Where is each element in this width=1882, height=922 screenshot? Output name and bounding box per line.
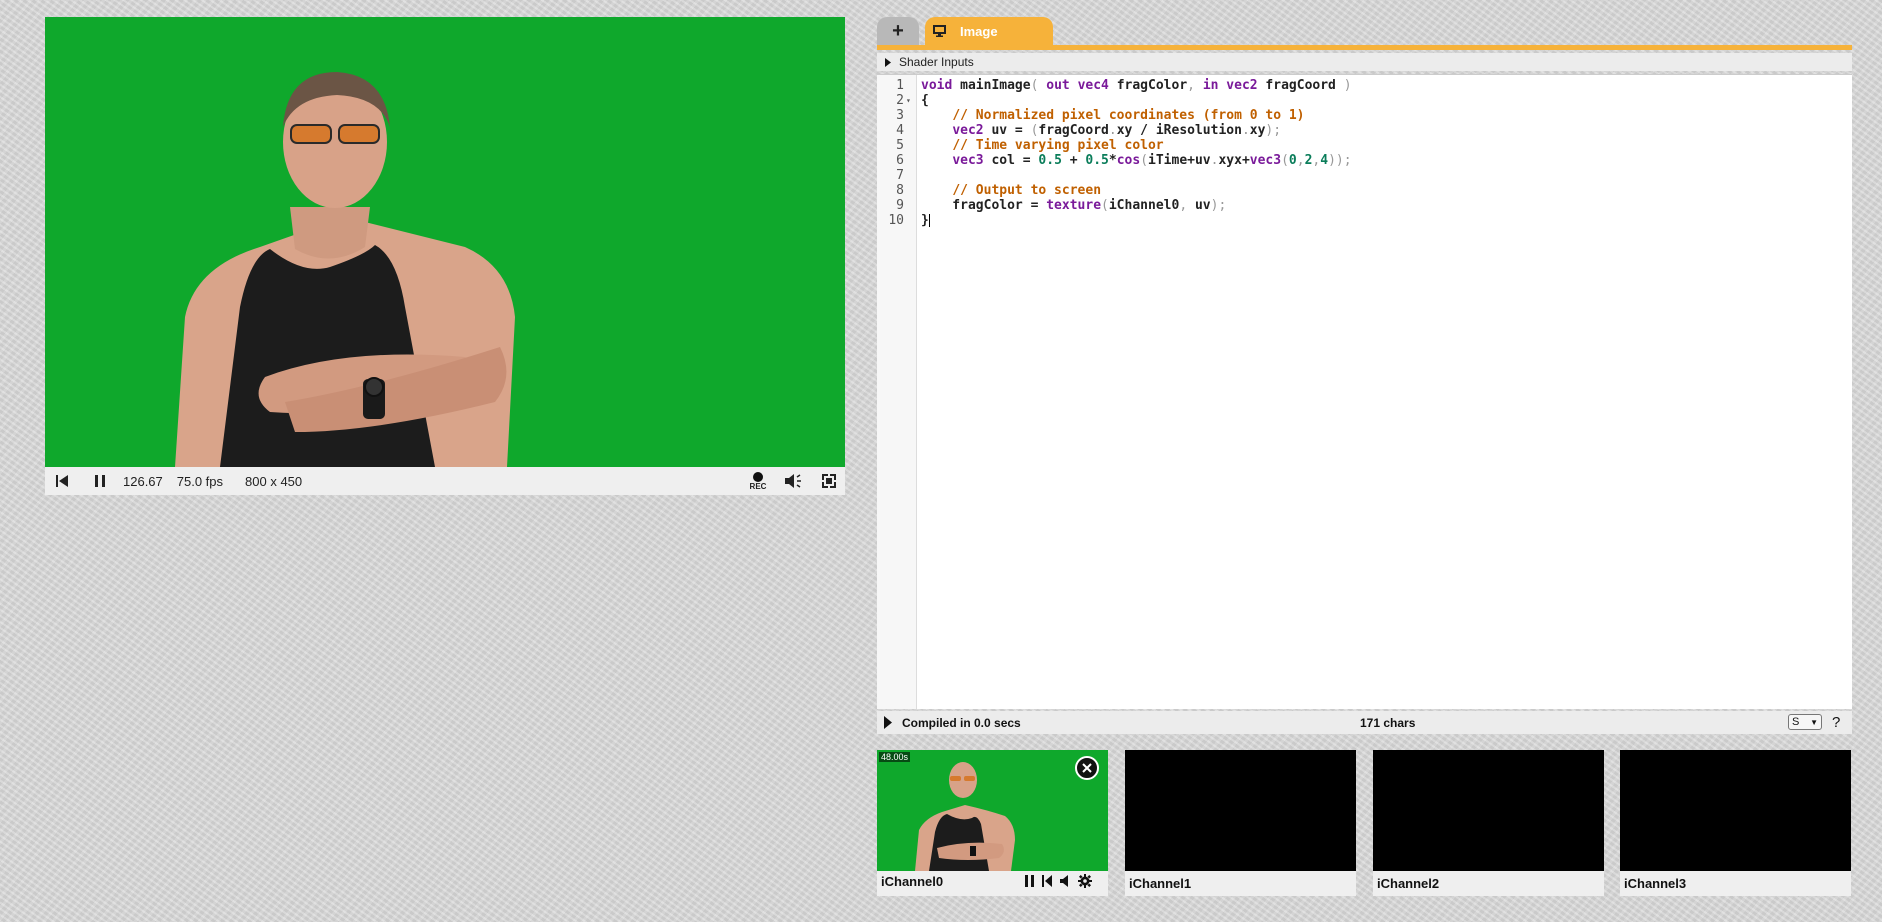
line-number: 4 <box>896 123 904 138</box>
code-line: vec3 col = 0.5 + 0.5*cos(iTime+uv.xyx+ve… <box>952 153 1352 168</box>
char-count: 171 chars <box>1360 715 1416 730</box>
compile-toggle-icon[interactable] <box>884 716 892 729</box>
channel-preview[interactable] <box>1125 750 1356 871</box>
volume-icon[interactable] <box>785 474 803 488</box>
channel-label: iChannel2 <box>1377 876 1440 891</box>
code-line: // Time varying pixel color <box>952 138 1164 153</box>
shader-inputs-toggle[interactable]: Shader Inputs <box>877 53 1852 71</box>
rewind-icon[interactable] <box>55 474 69 488</box>
pause-icon[interactable] <box>1025 875 1034 887</box>
channel-label: iChannel1 <box>1129 876 1192 891</box>
compile-status: Compiled in 0.0 secs <box>902 715 1021 730</box>
channel-preview[interactable]: 48.00s <box>877 750 1108 871</box>
rewind-icon[interactable] <box>1042 875 1052 887</box>
render-viewport[interactable] <box>45 17 845 467</box>
code-line: void mainImage( out vec4 fragColor, in v… <box>921 78 1352 93</box>
channel-slot-0: 48.00s iChannel0 <box>877 750 1108 896</box>
player-controls: 126.67 75.0 fps 800 x 450 REC <box>45 467 845 495</box>
fps-readout: 75.0 fps <box>176 473 224 489</box>
channel-preview[interactable] <box>1620 750 1851 871</box>
gear-icon[interactable] <box>1078 874 1092 888</box>
line-number: 6 <box>896 153 904 168</box>
channel-controls <box>1025 874 1092 888</box>
record-button[interactable]: REC <box>746 471 770 491</box>
channel-slot-3: iChannel3 <box>1620 750 1851 896</box>
close-icon[interactable] <box>1075 756 1099 780</box>
channel-time-badge: 48.00s <box>879 752 911 762</box>
pause-icon[interactable] <box>93 474 107 488</box>
expand-triangle-icon <box>885 57 891 67</box>
tab-image[interactable]: Image <box>925 17 1053 45</box>
line-number: 9 <box>896 198 904 213</box>
resolution-readout: 800 x 450 <box>245 473 303 489</box>
add-tab-button[interactable]: + <box>877 17 919 45</box>
channel-label: iChannel3 <box>1624 876 1687 891</box>
shader-editor: + Image Shader Inputs 1 2 ▾ 3 4 5 6 7 8 … <box>877 17 1852 734</box>
code-line: vec2 uv = (fragCoord.xy / iResolution.xy… <box>952 123 1282 138</box>
channel-slot-2: iChannel2 <box>1373 750 1604 896</box>
channel-slot-1: iChannel1 <box>1125 750 1356 896</box>
line-gutter: 1 2 ▾ 3 4 5 6 7 8 9 10 <box>877 75 917 709</box>
tab-bar: + Image <box>877 17 1852 45</box>
shader-player: 126.67 75.0 fps 800 x 450 REC <box>45 17 845 495</box>
code-line: // Normalized pixel coordinates (from 0 … <box>952 108 1305 123</box>
line-number: 5 <box>896 138 904 153</box>
mode-select[interactable]: S ▼ <box>1788 714 1822 730</box>
line-number: 2 <box>896 93 904 108</box>
player-right-controls: REC <box>746 471 845 491</box>
mode-select-value: S <box>1792 716 1800 728</box>
code-line: { <box>921 93 929 108</box>
code-line: // Output to screen <box>952 183 1102 198</box>
person-video-frame <box>175 72 515 467</box>
fold-arrow-icon[interactable]: ▾ <box>906 93 911 108</box>
line-number: 3 <box>896 108 904 123</box>
channel-label: iChannel0 <box>881 874 944 889</box>
shader-inputs-label: Shader Inputs <box>899 55 974 69</box>
channel-preview[interactable] <box>1373 750 1604 871</box>
fullscreen-icon[interactable] <box>821 474 837 488</box>
line-number: 10 <box>888 213 904 228</box>
volume-icon[interactable] <box>1060 875 1070 887</box>
time-readout: 126.67 <box>123 473 163 489</box>
code-line: } <box>921 213 930 228</box>
text-cursor <box>928 214 930 227</box>
line-number: 8 <box>896 183 904 198</box>
chevron-down-icon: ▼ <box>1810 717 1818 727</box>
rec-label: REC <box>749 481 767 491</box>
tab-image-label: Image <box>960 23 998 39</box>
line-number: 1 <box>896 78 904 93</box>
help-button[interactable]: ? <box>1832 714 1840 731</box>
code-line: fragColor = texture(iChannel0, uv); <box>921 198 1227 213</box>
tab-underline <box>877 45 1852 50</box>
record-icon <box>753 471 763 482</box>
code-editor[interactable]: 1 2 ▾ 3 4 5 6 7 8 9 10 void mainImage( o… <box>877 74 1852 709</box>
compile-status-bar: Compiled in 0.0 secs 171 chars S ▼ ? <box>877 711 1852 734</box>
line-number: 7 <box>896 168 904 183</box>
channel-video-thumbnail <box>915 762 1015 871</box>
monitor-icon <box>933 25 946 37</box>
